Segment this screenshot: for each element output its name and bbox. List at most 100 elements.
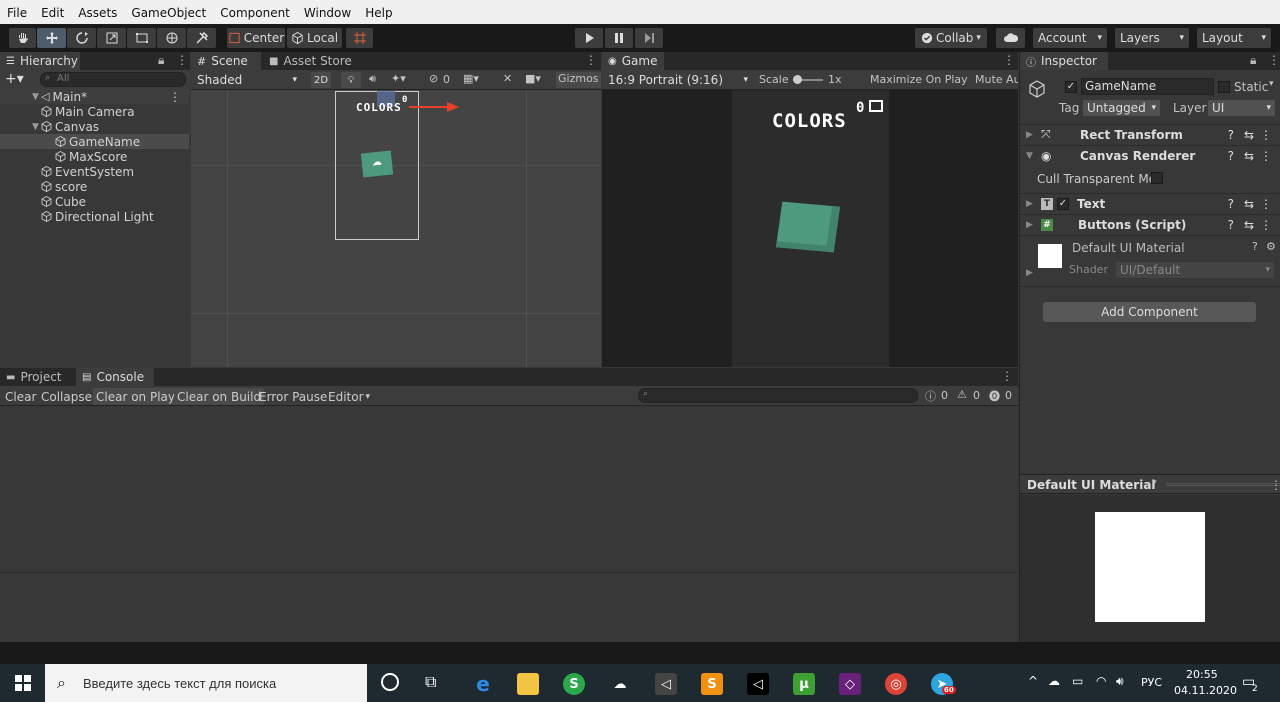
wifi-icon[interactable]: ◠: [1096, 674, 1106, 688]
move-tool-button[interactable]: [37, 28, 66, 48]
transform-tool-button[interactable]: [157, 28, 186, 48]
camera-icon[interactable]: ■▾: [525, 72, 541, 85]
menu-window[interactable]: Window: [304, 6, 351, 24]
active-checkbox[interactable]: ✓: [1065, 81, 1077, 93]
volume-icon[interactable]: 🔊︎: [1116, 674, 1124, 689]
kebab-menu-icon[interactable]: ⋮: [1260, 218, 1272, 232]
grid-toggle-icon[interactable]: ▦▾: [463, 72, 479, 85]
cull-transparent-checkbox[interactable]: [1151, 172, 1163, 184]
tag-dropdown[interactable]: Untagged: [1083, 100, 1160, 116]
tab-hierarchy[interactable]: ☰ Hierarchy: [0, 52, 80, 70]
hierarchy-item[interactable]: MaxScore: [0, 149, 189, 164]
kebab-menu-icon[interactable]: ⋮: [1268, 53, 1280, 67]
rect-tool-button[interactable]: [127, 28, 156, 48]
create-plus-button[interactable]: +▾: [5, 71, 24, 87]
console-search-input[interactable]: ⌕: [638, 388, 918, 403]
toggle-2d-button[interactable]: 2D: [311, 72, 331, 88]
hidden-objects-icon[interactable]: ⊘: [429, 72, 438, 85]
kebab-menu-icon[interactable]: ⋮: [1270, 478, 1280, 492]
hierarchy-item[interactable]: Main Camera: [0, 104, 189, 119]
scene-root-row[interactable]: ▼ ◁ Main* ⋮: [0, 89, 189, 104]
component-rect-transform[interactable]: ▶ ⤧ Rect Transform ? ⇆ ⋮: [1020, 124, 1280, 144]
hierarchy-search-input[interactable]: ⌕ All: [40, 72, 186, 87]
tab-game[interactable]: ◉ Game: [602, 52, 664, 70]
custom-tool-button[interactable]: [187, 28, 216, 48]
chevron-up-icon[interactable]: ^: [1028, 674, 1038, 688]
console-clear-on-build-button[interactable]: Clear on Build: [174, 388, 265, 405]
visual-studio-icon[interactable]: ◇: [839, 673, 861, 695]
hierarchy-item[interactable]: ▼ Canvas: [0, 119, 189, 134]
layout-dropdown[interactable]: Layout ▾: [1197, 28, 1271, 48]
chevron-down-icon[interactable]: ▾: [1269, 79, 1274, 89]
chrome-icon[interactable]: ◎: [885, 673, 907, 695]
menu-help[interactable]: Help: [365, 6, 392, 24]
menu-edit[interactable]: Edit: [41, 6, 64, 24]
pause-button[interactable]: [605, 28, 633, 48]
static-checkbox[interactable]: [1218, 81, 1230, 93]
collab-dropdown[interactable]: Collab ▾: [915, 28, 987, 48]
expand-arrow-icon[interactable]: ▼: [30, 122, 41, 132]
scene-viewport[interactable]: COLORS 0 ☁: [191, 90, 601, 367]
hand-tool-button[interactable]: [9, 28, 36, 48]
preset-icon[interactable]: ⇆: [1244, 128, 1254, 142]
move-gizmo-arrow-icon[interactable]: [447, 102, 459, 112]
hierarchy-item[interactable]: score: [0, 179, 189, 194]
component-enabled-checkbox[interactable]: ✓: [1057, 197, 1069, 210]
log-info-icon[interactable]: ⓘ: [925, 388, 936, 404]
taskbar-search-input[interactable]: ⌕ Введите здесь текст для поиска: [45, 664, 367, 702]
preset-icon[interactable]: ⇆: [1244, 197, 1254, 211]
help-icon[interactable]: ?: [1228, 197, 1234, 211]
grid-snap-button[interactable]: [346, 28, 373, 48]
console-collapse-button[interactable]: Collapse: [38, 388, 95, 405]
app-s-icon[interactable]: S: [563, 673, 585, 695]
preset-icon[interactable]: ⇆: [1244, 149, 1254, 163]
menu-gameobject[interactable]: GameObject: [131, 6, 206, 24]
gear-icon[interactable]: ⚙: [1266, 240, 1276, 253]
shading-mode-dropdown[interactable]: Shaded: [193, 72, 301, 88]
console-editor-dropdown[interactable]: Editor ▾: [325, 388, 373, 405]
utorrent-icon[interactable]: µ: [793, 673, 815, 695]
lock-icon[interactable]: 🔒︎: [1250, 53, 1256, 68]
hierarchy-item[interactable]: EventSystem: [0, 164, 189, 179]
tab-console[interactable]: ▤ Console: [76, 368, 154, 386]
help-icon[interactable]: ?: [1228, 218, 1234, 232]
kebab-menu-icon[interactable]: ⋮: [585, 53, 597, 67]
help-icon[interactable]: ?: [1228, 128, 1234, 142]
audio-toggle-icon[interactable]: 🔊︎: [369, 72, 376, 86]
start-button[interactable]: [0, 664, 45, 702]
sublime-text-icon[interactable]: S: [701, 673, 723, 695]
component-buttons-script[interactable]: ▶ # Buttons (Script) ? ⇆ ⋮: [1020, 214, 1280, 234]
language-indicator[interactable]: РУС: [1141, 676, 1162, 689]
kebab-menu-icon[interactable]: ⋮: [1260, 197, 1272, 211]
fingerprint-app-icon[interactable]: ☁: [609, 673, 631, 695]
rotate-tool-button[interactable]: [67, 28, 96, 48]
menu-file[interactable]: File: [7, 6, 27, 24]
telegram-icon[interactable]: ➤ 60: [931, 673, 956, 695]
hierarchy-item[interactable]: Directional Light: [0, 209, 189, 224]
preview-drag-handle[interactable]: [1166, 483, 1280, 486]
pivot-local-button[interactable]: Local: [287, 28, 342, 48]
aspect-dropdown[interactable]: 16:9 Portrait (9:16): [604, 72, 752, 88]
maximize-on-play-toggle[interactable]: Maximize On Play: [870, 73, 968, 86]
hierarchy-item[interactable]: GameName: [0, 134, 189, 149]
shader-dropdown[interactable]: UI/Default: [1116, 262, 1274, 278]
scale-slider-thumb[interactable]: [793, 75, 802, 84]
layers-dropdown[interactable]: Layers ▾: [1115, 28, 1189, 48]
task-view-icon[interactable]: ⧉: [425, 672, 436, 692]
lighting-toggle[interactable]: 💡︎: [341, 72, 361, 88]
lock-icon[interactable]: 🔒︎: [158, 53, 164, 68]
game-viewport[interactable]: COLORS 0: [602, 90, 1018, 367]
kebab-menu-icon[interactable]: ⋮: [169, 90, 181, 104]
effects-toggle-icon[interactable]: ✦▾: [391, 72, 406, 85]
warning-icon[interactable]: ⚠: [957, 388, 967, 401]
cloud-button[interactable]: [996, 28, 1025, 48]
help-icon[interactable]: ?: [1228, 149, 1234, 163]
step-button[interactable]: [635, 28, 663, 48]
kebab-menu-icon[interactable]: ⋮: [176, 53, 188, 67]
layer-dropdown[interactable]: UI: [1208, 100, 1275, 116]
kebab-menu-icon[interactable]: ⋮: [1001, 369, 1013, 383]
tab-inspector[interactable]: ⓘ Inspector: [1020, 52, 1108, 70]
component-text[interactable]: ▶ T ✓ Text ? ⇆ ⋮: [1020, 193, 1280, 213]
tools-icon[interactable]: ✕: [503, 72, 512, 85]
scale-tool-button[interactable]: [97, 28, 126, 48]
